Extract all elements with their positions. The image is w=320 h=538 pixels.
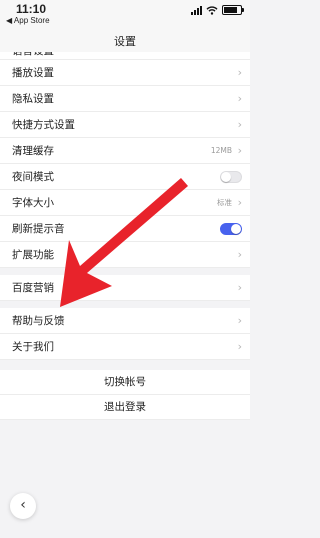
- arrow-shape: [60, 178, 188, 307]
- annotation-arrow-icon: [60, 178, 188, 307]
